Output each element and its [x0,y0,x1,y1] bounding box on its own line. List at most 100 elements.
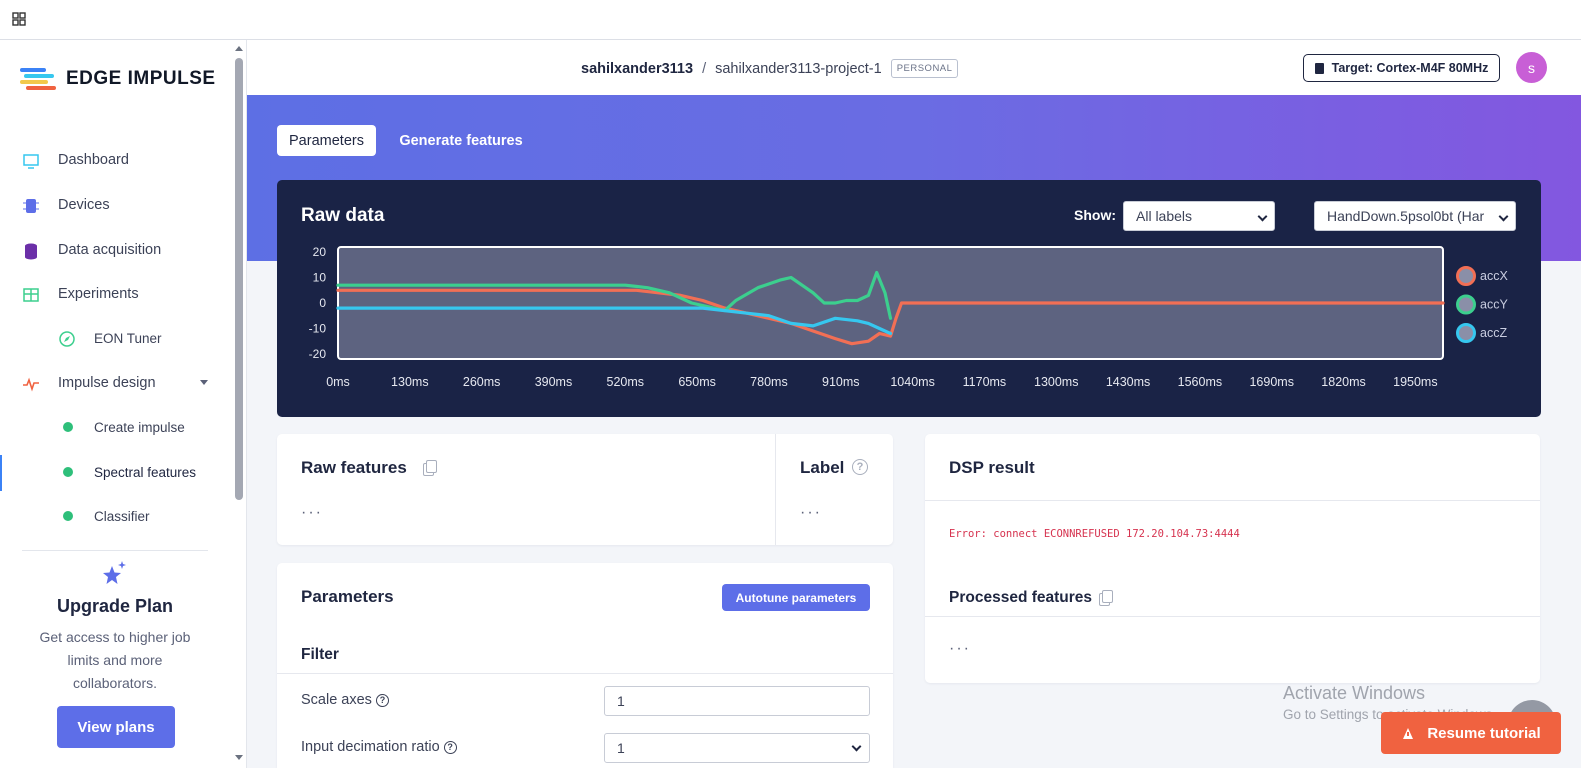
autotune-parameters-button[interactable]: Autotune parameters [722,584,870,611]
chip-icon [1314,62,1324,74]
processed-features-title: Processed features [949,589,1093,606]
breadcrumb: sahilxander3113 / sahilxander3113-projec… [581,59,959,78]
legend-label-accy: accY [1480,298,1508,312]
y-tick-label: 10 [313,271,327,285]
dot-icon [63,467,73,477]
y-tick-label: 0 [319,296,326,310]
activate-windows-title: Activate Windows [1283,683,1426,703]
dot-icon [63,422,73,432]
grid-icon[interactable] [12,12,26,26]
sidebar-item-classifier[interactable]: Classifier [0,498,232,534]
monitor-icon [23,154,39,169]
breadcrumb-user[interactable]: sahilxander3113 [581,61,693,77]
scale-axes-input[interactable]: 1 [604,686,870,716]
dot-icon [63,511,73,521]
sidebar-item-spectral-features[interactable]: Spectral features [0,454,232,490]
raw-features-value: ··· [301,504,323,521]
sidebar-item-experiments[interactable]: Experiments [0,276,232,312]
breadcrumb-project[interactable]: sahilxander3113-project-1 [715,61,882,77]
raw-data-chart[interactable]: 20 10 0 -10 -20 0ms 130ms 260ms 390ms 520ms 650ms 7… [277,180,1541,417]
tab-generate-features[interactable]: Generate features [393,125,529,156]
tab-parameters[interactable]: Parameters [277,125,376,156]
label-title: Label [800,458,845,477]
sidebar-item-label: Dashboard [58,152,129,168]
sidebar-item-label: Classifier [94,508,150,524]
divider [277,673,893,674]
brand-name: EDGE IMPULSE [66,68,216,89]
legend-marker-accx [1456,266,1476,286]
sidebar-item-label: Spectral features [94,464,197,480]
x-tick-label: 390ms [535,375,573,389]
sidebar-item-dashboard[interactable]: Dashboard [0,142,232,178]
help-icon[interactable]: ? [443,740,457,754]
x-tick-label: 1560ms [1178,375,1222,389]
compass-icon [59,331,75,347]
help-icon[interactable]: ? [852,459,868,475]
chip-icon [23,199,39,213]
resume-tutorial-button[interactable]: Resume tutorial [1381,712,1561,754]
decimation-ratio-label: Input decimation ratio ? [301,739,457,755]
filter-heading: Filter [301,646,339,663]
sidebar-item-label: Impulse design [58,375,156,391]
database-icon [25,243,37,260]
y-tick-label: 20 [313,245,327,259]
raw-data-card: Raw data Show: All labels HandDown.5psol… [277,180,1541,417]
processed-features-value: ··· [949,640,971,657]
legend-label-accx: accX [1480,269,1508,283]
legend-marker-accz [1456,323,1476,343]
copy-icon[interactable] [1099,590,1113,606]
upgrade-desc-line: Get access to higher job [39,629,191,645]
x-tick-label: 780ms [750,375,788,389]
flag-icon [1403,728,1414,739]
legend-label-accz: accZ [1480,326,1507,340]
divider [925,500,1540,501]
sidebar-item-label: Data acquisition [58,242,162,258]
scrollbar-thumb[interactable] [235,58,243,500]
logo-icon [20,66,56,92]
x-tick-label: 260ms [463,375,501,389]
dsp-result-card: DSP result Processed features ··· [925,434,1540,683]
divider [925,616,1540,617]
sidebar-item-eon-tuner[interactable]: EON Tuner [0,320,232,356]
upgrade-description: Get access to higher job limits and more… [20,626,210,695]
help-icon[interactable]: ? [375,693,389,707]
decimation-ratio-value: 1 [617,740,625,756]
raw-features-card: Raw features ··· Label ? ··· [277,434,893,545]
legend-marker-accy [1456,294,1476,315]
divider [22,550,208,551]
x-tick-label: 1170ms [963,375,1007,389]
sidebar-item-label: Experiments [58,286,139,302]
upgrade-desc-line: limits and more [67,652,163,668]
copy-icon[interactable] [423,460,437,476]
brand-logo[interactable]: EDGE IMPULSE [20,66,216,92]
dsp-error-message: Error: connect ECONNREFUSED 172.20.104.7… [949,528,1240,540]
sidebar-item-create-impulse[interactable]: Create impulse [0,409,232,445]
target-device-button[interactable]: Target: Cortex-M4F 80MHz [1303,54,1500,82]
sidebar-item-label: Devices [58,197,110,213]
x-tick-label: 1820ms [1321,375,1365,389]
x-tick-label: 130ms [391,375,429,389]
sidebar-item-impulse-design[interactable]: Impulse design [0,365,232,401]
x-tick-label: 1040ms [890,375,934,389]
scale-axes-label: Scale axes ? [301,692,389,708]
table-icon [23,288,39,302]
decimation-ratio-text: Input decimation ratio [301,739,440,755]
plan-badge: PERSONAL [890,59,959,78]
parameters-title: Parameters [301,587,394,606]
x-tick-label: 0ms [326,375,350,389]
target-label: Target: Cortex-M4F 80MHz [1331,61,1489,75]
sidebar-item-devices[interactable]: Devices [0,187,232,223]
sidebar-item-label: Create impulse [94,419,185,435]
view-plans-button[interactable]: View plans [57,706,175,748]
y-tick-label: -20 [309,347,327,361]
resume-tutorial-label: Resume tutorial [1427,724,1541,742]
chevron-down-icon[interactable] [200,380,208,385]
sparkle-star-icon [103,561,126,584]
top-bar [0,0,1581,40]
x-tick-label: 1300ms [1034,375,1078,389]
decimation-ratio-select[interactable]: 1 [604,733,870,763]
avatar[interactable]: s [1516,52,1547,83]
upgrade-title: Upgrade Plan [56,596,174,616]
sidebar-item-data-acquisition[interactable]: Data acquisition [0,232,232,268]
breadcrumb-separator: / [702,60,707,77]
